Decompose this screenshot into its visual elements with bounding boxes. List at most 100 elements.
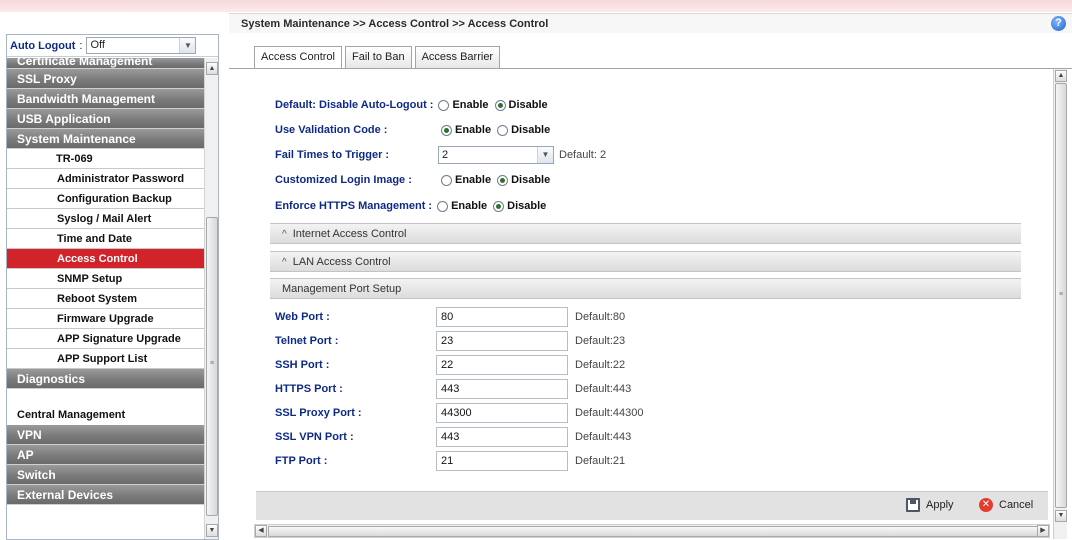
scroll-down-icon[interactable]: ▼ (206, 524, 218, 537)
sidebar-item-reboot-system[interactable]: Reboot System (7, 289, 205, 309)
chevron-down-icon[interactable]: ▼ (179, 38, 196, 53)
sidebar-item-system-maintenance[interactable]: System Maintenance (7, 129, 205, 149)
port-input[interactable]: 80 (436, 307, 568, 327)
tab-fail-to-ban[interactable]: Fail to Ban (344, 46, 412, 68)
sidebar-item-external-devices[interactable]: External Devices (7, 485, 205, 505)
sidebar-item-vpn[interactable]: VPN (7, 425, 205, 445)
radio-selected-icon (493, 200, 505, 212)
validation-enable-radio[interactable]: Enable (441, 124, 491, 136)
sidebar-item-ssl-proxy[interactable]: SSL Proxy (7, 69, 205, 89)
port-label: SSL VPN Port : (275, 431, 354, 443)
main-scroll-thumb[interactable]: ≡ (1055, 83, 1067, 508)
chevron-down-icon[interactable]: ▼ (537, 147, 553, 163)
login-image-setting: Customized Login Image : Enable Disable (275, 170, 556, 190)
chevron-up-icon: ^ (282, 229, 287, 240)
sidebar-item-configuration-backup[interactable]: Configuration Backup (7, 189, 205, 209)
auto-logout-colon: : (79, 39, 83, 52)
sidebar-item-switch[interactable]: Switch (7, 465, 205, 485)
validation-disable-radio[interactable]: Disable (497, 124, 550, 136)
cancel-button[interactable]: ✕ Cancel (979, 498, 1033, 512)
auto-logout-enable-radio[interactable]: Enable (438, 99, 489, 111)
tab-access-control[interactable]: Access Control (254, 46, 342, 69)
option-label: Disable (511, 174, 551, 186)
grip-icon: ≡ (1059, 291, 1064, 298)
sidebar-item-tr-069[interactable]: TR-069 (7, 149, 205, 169)
access-control-panel: Default: Disable Auto-Logout : Enable Di… (229, 68, 1072, 539)
port-input[interactable]: 44300 (436, 403, 568, 423)
cancel-label: Cancel (999, 499, 1034, 511)
sidebar-scrollbar[interactable]: ▲ ≡ ▼ (204, 58, 218, 539)
sidebar-item-certificate-management[interactable]: Certificate Management (7, 58, 205, 69)
setting-label: Customized Login Image : (275, 174, 412, 186)
save-icon (906, 498, 920, 512)
sidebar-item-syslog-mail-alert[interactable]: Syslog / Mail Alert (7, 209, 205, 229)
lan-access-control-section[interactable]: ^ LAN Access Control (270, 251, 1021, 272)
port-input[interactable]: 21 (436, 451, 568, 471)
default-hint: Default:443 (575, 431, 632, 443)
breadcrumb: System Maintenance >> Access Control >> … (229, 13, 1072, 33)
sidebar-item-ap[interactable]: AP (7, 445, 205, 465)
sidebar-item-administrator-password[interactable]: Administrator Password (7, 169, 205, 189)
section-title: Internet Access Control (292, 228, 407, 240)
tab-bar: Access Control Fail to Ban Access Barrie… (254, 46, 501, 69)
port-label: SSH Port : (275, 359, 330, 371)
radio-icon (438, 99, 450, 111)
port-label: FTP Port : (275, 455, 328, 467)
radio-icon (441, 174, 452, 186)
default-hint: Default:44300 (575, 407, 644, 419)
help-icon[interactable]: ? (1051, 16, 1066, 31)
sidebar-item-firmware-upgrade[interactable]: Firmware Upgrade (7, 309, 205, 329)
sidebar-scroll-thumb[interactable]: ≡ (206, 217, 218, 516)
scroll-down-icon[interactable]: ▼ (1055, 510, 1067, 522)
fail-times-select[interactable]: 2 ▼ (438, 146, 554, 164)
option-label: Disable (511, 124, 551, 136)
sidebar-item-app-support-list[interactable]: APP Support List (7, 349, 205, 369)
setting-label: Default: Disable Auto-Logout : (275, 99, 434, 111)
scroll-up-icon[interactable]: ▲ (206, 62, 218, 75)
sidebar-item-usb-application[interactable]: USB Application (7, 109, 205, 129)
auto-logout-setting: Default: Disable Auto-Logout : Enable Di… (275, 95, 554, 115)
sidebar-item-diagnostics[interactable]: Diagnostics (7, 369, 205, 389)
cancel-icon: ✕ (979, 498, 993, 512)
port-label: HTTPS Port : (275, 383, 343, 395)
horizontal-scroll-thumb[interactable] (268, 526, 1038, 537)
default-hint: Default:80 (575, 311, 626, 323)
scroll-left-icon[interactable]: ◀ (255, 525, 267, 537)
auto-logout-select[interactable]: Off ▼ (86, 37, 197, 54)
sidebar-item-app-signature-upgrade[interactable]: APP Signature Upgrade (7, 329, 205, 349)
login-image-disable-radio[interactable]: Disable (497, 174, 550, 186)
sidebar-item-time-and-date[interactable]: Time and Date (7, 229, 205, 249)
sidebar-item-access-control[interactable]: Access Control (7, 249, 205, 269)
default-hint: Default:443 (575, 383, 632, 395)
horizontal-scrollbar[interactable]: ◀ ▶ (254, 524, 1050, 538)
radio-selected-icon (497, 174, 509, 186)
auto-logout: Auto Logout : Off ▼ (7, 35, 218, 57)
port-input[interactable]: 443 (436, 427, 568, 447)
sidebar-item-central-management[interactable]: Central Management (7, 389, 205, 425)
radio-selected-icon (441, 124, 452, 136)
option-label: Disable (507, 200, 547, 212)
sidebar-item-bandwidth-management[interactable]: Bandwidth Management (7, 89, 205, 109)
internet-access-control-section[interactable]: ^ Internet Access Control (270, 223, 1021, 244)
fail-times-value: 2 (442, 149, 449, 161)
setting-label: Fail Times to Trigger : (275, 149, 390, 161)
sidebar-item-snmp-setup[interactable]: SNMP Setup (7, 269, 205, 289)
chevron-up-icon: ^ (282, 257, 287, 268)
port-input[interactable]: 22 (436, 355, 568, 375)
https-disable-radio[interactable]: Disable (493, 200, 546, 212)
port-input[interactable]: 23 (436, 331, 568, 351)
https-mgmt-setting: Enforce HTTPS Management : Enable Disabl… (275, 196, 552, 216)
scroll-right-icon[interactable]: ▶ (1037, 525, 1049, 537)
login-image-enable-radio[interactable]: Enable (441, 174, 491, 186)
tab-access-barrier[interactable]: Access Barrier (414, 46, 501, 68)
scroll-up-icon[interactable]: ▲ (1055, 70, 1067, 82)
https-enable-radio[interactable]: Enable (437, 200, 487, 212)
port-input[interactable]: 443 (436, 379, 568, 399)
section-title: Management Port Setup (282, 283, 402, 295)
auto-logout-disable-radio[interactable]: Disable (494, 99, 548, 111)
main-scrollbar[interactable]: ▲ ≡ ▼ (1053, 69, 1067, 539)
apply-button[interactable]: Apply (906, 498, 954, 512)
section-title: LAN Access Control (292, 256, 391, 268)
setting-label: Use Validation Code : (275, 124, 388, 136)
port-label: Web Port : (275, 311, 330, 323)
